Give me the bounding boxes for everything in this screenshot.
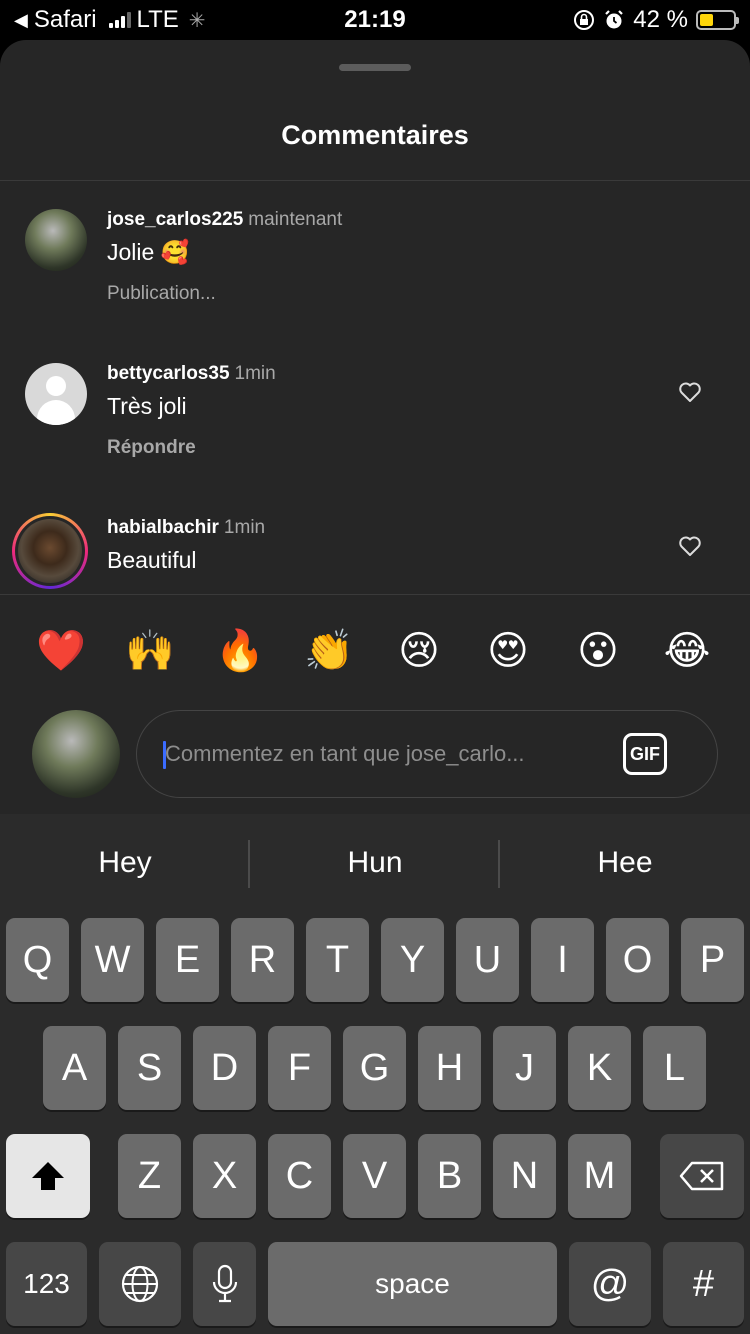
- globe-icon: [121, 1265, 159, 1303]
- sheet-title: Commentaires: [281, 120, 469, 150]
- emoji-laughing[interactable]: 😂: [657, 626, 717, 676]
- heart-icon[interactable]: [678, 535, 702, 557]
- key-r[interactable]: R: [231, 918, 294, 1002]
- globe-key[interactable]: [99, 1242, 181, 1326]
- battery-fill: [700, 14, 714, 26]
- composer-avatar: [32, 710, 120, 798]
- key-q[interactable]: Q: [6, 918, 69, 1002]
- backspace-key[interactable]: [660, 1134, 744, 1218]
- avatar: [18, 519, 82, 583]
- emoji-surprised[interactable]: 😮: [568, 626, 628, 676]
- comment-text: Jolie 🥰: [107, 239, 190, 265]
- microphone-icon: [212, 1264, 237, 1303]
- comment-header: bettycarlos35 1min: [107, 363, 276, 385]
- emoji-reaction-bar: ❤️ 🙌 🔥 👏 😢 😍 😮 😂: [0, 626, 750, 676]
- key-d[interactable]: D: [193, 1026, 256, 1110]
- comment-username[interactable]: habialbachir: [107, 517, 219, 538]
- story-ring[interactable]: [12, 513, 88, 589]
- numbers-key[interactable]: 123: [6, 1242, 87, 1326]
- space-key[interactable]: space: [268, 1242, 557, 1326]
- suggestion[interactable]: Hee: [500, 846, 750, 880]
- default-avatar-head: [46, 376, 66, 396]
- key-f[interactable]: F: [268, 1026, 331, 1110]
- comment-time: 1min: [223, 517, 266, 538]
- reply-button[interactable]: Répondre: [107, 437, 196, 459]
- key-h[interactable]: H: [418, 1026, 481, 1110]
- key-u[interactable]: U: [456, 918, 519, 1002]
- comment-text: Très joli: [107, 393, 187, 419]
- key-p[interactable]: P: [681, 918, 744, 1002]
- key-n[interactable]: N: [493, 1134, 556, 1218]
- emoji-raised-hands[interactable]: 🙌: [120, 626, 180, 676]
- key-s[interactable]: S: [118, 1026, 181, 1110]
- key-i[interactable]: I: [531, 918, 594, 1002]
- sheet-grabber[interactable]: [339, 64, 411, 71]
- emoji-crying[interactable]: 😢: [389, 626, 449, 676]
- key-l[interactable]: L: [643, 1026, 706, 1110]
- comment-username[interactable]: bettycarlos35: [107, 363, 230, 384]
- comment-input[interactable]: Commentez en tant que jose_carlo... GIF: [136, 710, 718, 798]
- key-x[interactable]: X: [193, 1134, 256, 1218]
- avatar[interactable]: [25, 209, 87, 271]
- keyboard: Hey Hun Hee Q W E R T Y U I O P A S D F …: [0, 814, 750, 1334]
- predictive-bar: Hey Hun Hee: [0, 814, 750, 914]
- heart-icon[interactable]: [678, 381, 702, 403]
- key-m[interactable]: M: [568, 1134, 631, 1218]
- comment-username[interactable]: jose_carlos225: [107, 209, 243, 230]
- at-key[interactable]: @: [569, 1242, 651, 1326]
- comment-item: bettycarlos35 1min Très joli Répondre: [0, 335, 750, 489]
- battery-icon: [696, 10, 739, 30]
- key-z[interactable]: Z: [118, 1134, 181, 1218]
- emoji-heart[interactable]: ❤️: [31, 626, 91, 676]
- comment-header: habialbachir 1min: [107, 517, 265, 539]
- comment-item: jose_carlos225 maintenant Jolie 🥰 Publica…: [0, 181, 750, 335]
- suggestion[interactable]: Hey: [0, 846, 250, 880]
- orientation-lock-icon: [574, 10, 595, 30]
- shift-icon: [32, 1162, 64, 1190]
- comment-status: Publication...: [107, 283, 216, 304]
- comment-item: habialbachir 1min Beautiful: [0, 489, 750, 594]
- status-right: 42 %: [573, 6, 739, 34]
- comment-list[interactable]: jose_carlos225 maintenant Jolie 🥰 Publica…: [0, 181, 750, 594]
- suggestion[interactable]: Hun: [250, 846, 500, 880]
- status-bar: ◀ Safari LTE ✳ 21:19 42 %: [0, 0, 750, 40]
- key-e[interactable]: E: [156, 918, 219, 1002]
- emoji-heart-eyes[interactable]: 😍: [478, 626, 538, 676]
- key-v[interactable]: V: [343, 1134, 406, 1218]
- key-g[interactable]: G: [343, 1026, 406, 1110]
- key-k[interactable]: K: [568, 1026, 631, 1110]
- emoji-clap[interactable]: 👏: [299, 626, 359, 676]
- comment-header: jose_carlos225 maintenant: [107, 209, 342, 231]
- key-y[interactable]: Y: [381, 918, 444, 1002]
- comments-sheet: Commentaires jose_carlos225 maintenant Jo…: [0, 40, 750, 814]
- comment-time: 1min: [234, 363, 276, 384]
- emoji-fire[interactable]: 🔥: [210, 626, 270, 676]
- key-o[interactable]: O: [606, 918, 669, 1002]
- comment-text: Beautiful: [107, 547, 197, 573]
- avatar[interactable]: [25, 363, 87, 425]
- divider: [0, 594, 750, 595]
- key-j[interactable]: J: [493, 1026, 556, 1110]
- comment-input-placeholder: Commentez en tant que jose_carlo...: [165, 741, 525, 766]
- battery-percent: 42 %: [633, 6, 688, 33]
- key-t[interactable]: T: [306, 918, 369, 1002]
- key-c[interactable]: C: [268, 1134, 331, 1218]
- comment-time: maintenant: [248, 209, 343, 230]
- gif-icon[interactable]: GIF: [623, 733, 667, 775]
- default-avatar-body: [37, 400, 75, 425]
- hash-key[interactable]: #: [663, 1242, 744, 1326]
- key-b[interactable]: B: [418, 1134, 481, 1218]
- backspace-icon: [679, 1161, 724, 1191]
- key-a[interactable]: A: [43, 1026, 106, 1110]
- shift-key[interactable]: [6, 1134, 90, 1218]
- alarm-icon: [605, 10, 624, 29]
- key-w[interactable]: W: [81, 918, 144, 1002]
- dictation-key[interactable]: [193, 1242, 256, 1326]
- story-ring-gap: [15, 516, 85, 586]
